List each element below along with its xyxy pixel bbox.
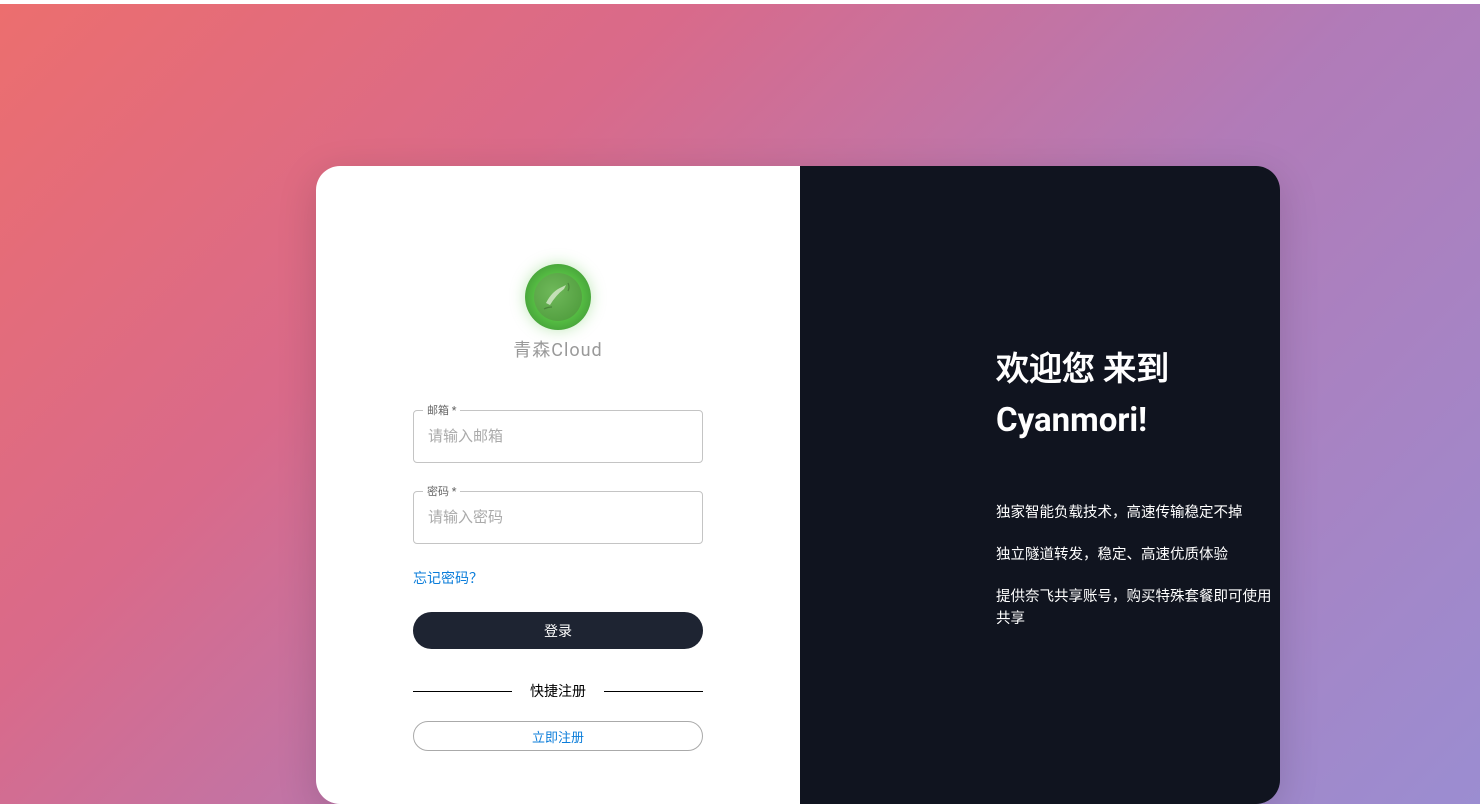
logo-container: 青森Cloud: [513, 264, 602, 362]
top-bar: [0, 0, 1480, 4]
login-button[interactable]: 登录: [413, 612, 703, 649]
login-panel: 青森Cloud 邮箱 * 密码 * 忘记密码？ 登录 快捷注册: [316, 166, 800, 804]
logo-icon: [525, 264, 591, 330]
welcome-title: 欢迎您 来到 Cyanmori!: [996, 344, 1280, 446]
divider-text: 快捷注册: [512, 681, 604, 701]
divider-line-left: [413, 691, 512, 692]
feature-item: 提供奈飞共享账号，购买特殊套餐即可使用共享: [996, 586, 1280, 630]
feature-item: 独家智能负载技术，高速传输稳定不掉: [996, 502, 1280, 524]
feature-list: 独家智能负载技术，高速传输稳定不掉 独立隧道转发，稳定、高速优质体验 提供奈飞共…: [996, 502, 1280, 629]
password-field-container: 密码 *: [413, 491, 703, 544]
welcome-container: 欢迎您 来到 Cyanmori! 独家智能负载技术，高速传输稳定不掉 独立隧道转…: [800, 166, 1280, 629]
feature-item: 独立隧道转发，稳定、高速优质体验: [996, 544, 1280, 566]
email-field-container: 邮箱 *: [413, 410, 703, 463]
login-form: 邮箱 * 密码 * 忘记密码？ 登录 快捷注册 立即注册: [413, 410, 703, 751]
logo-text: 青森Cloud: [513, 336, 602, 362]
password-label: 密码 *: [423, 483, 460, 499]
welcome-panel: 欢迎您 来到 Cyanmori! 独家智能负载技术，高速传输稳定不掉 独立隧道转…: [800, 166, 1280, 804]
login-card: 青森Cloud 邮箱 * 密码 * 忘记密码？ 登录 快捷注册: [316, 166, 1280, 804]
email-label: 邮箱 *: [423, 402, 460, 418]
register-button[interactable]: 立即注册: [413, 721, 703, 751]
divider: 快捷注册: [413, 681, 703, 701]
divider-line-right: [604, 691, 703, 692]
forgot-password-link[interactable]: 忘记密码？: [413, 568, 703, 588]
